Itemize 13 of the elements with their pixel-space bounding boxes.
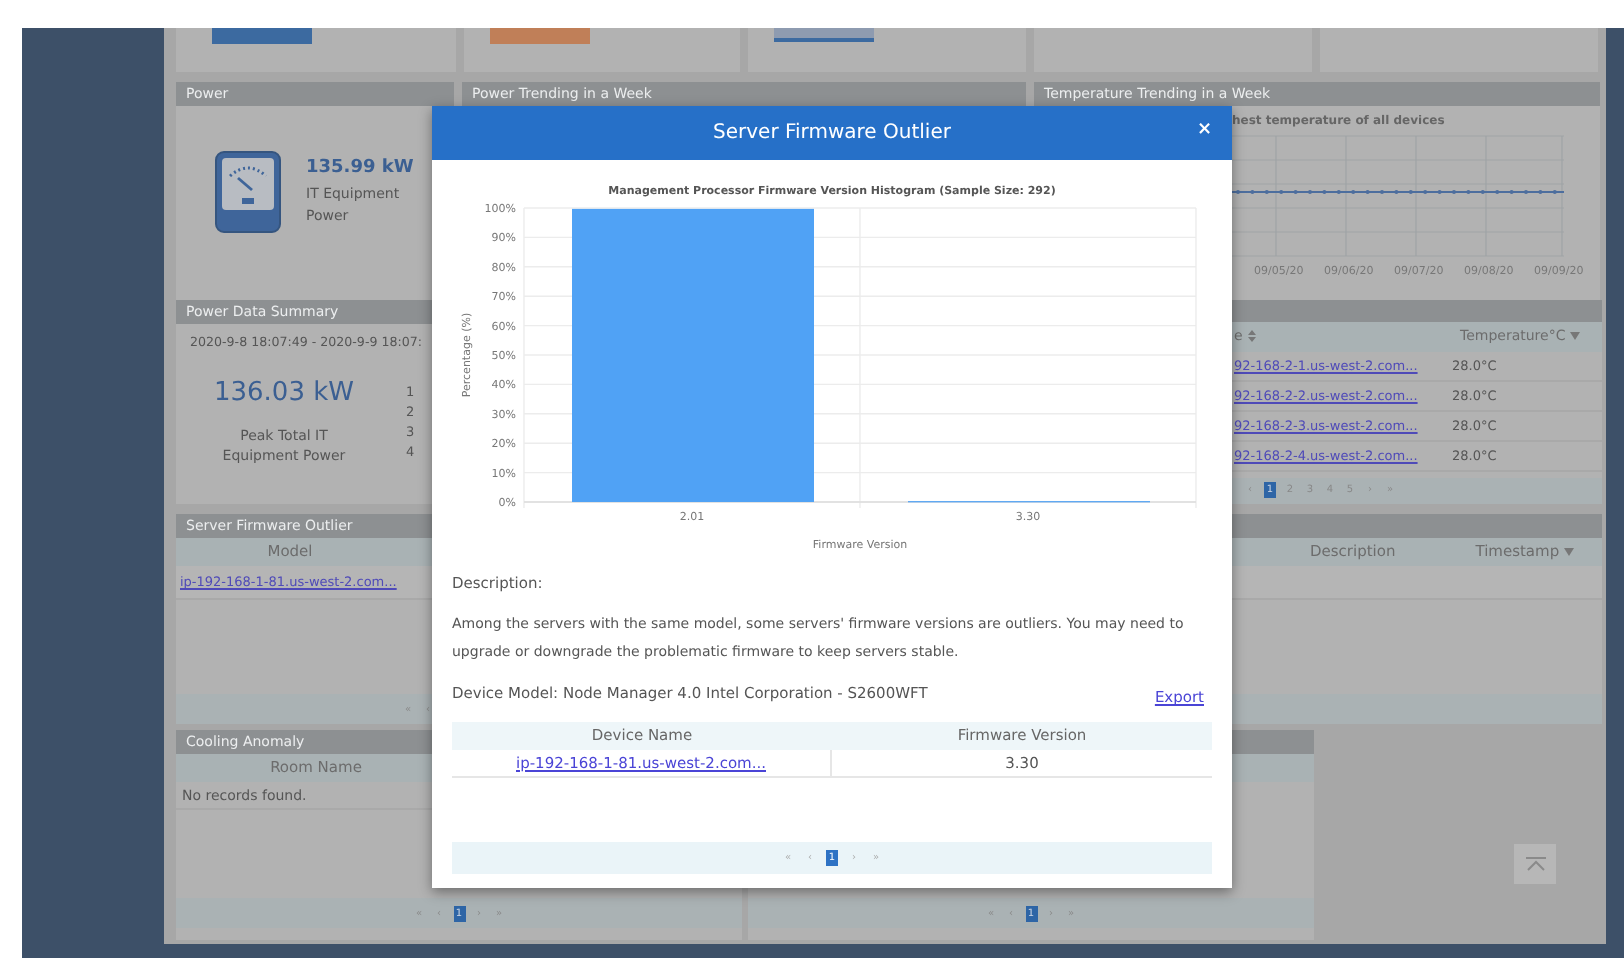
- close-button[interactable]: ×: [1196, 120, 1212, 140]
- scroll-to-top-button[interactable]: [1514, 844, 1556, 884]
- chart-bar: [774, 28, 874, 42]
- chevron-up-icon: [1525, 856, 1545, 872]
- caret-icon: [1569, 331, 1580, 340]
- dialog-title: Server Firmware Outlier: [713, 120, 951, 148]
- sort-icon: [1248, 329, 1257, 342]
- chart-bar: [490, 28, 590, 44]
- chart-bar: [212, 28, 312, 44]
- peak-value: 136.03 kW: [211, 376, 356, 413]
- power-value: 135.99 kW: [306, 155, 414, 182]
- gauge-icon: [214, 150, 282, 234]
- caret-icon: [1563, 547, 1574, 556]
